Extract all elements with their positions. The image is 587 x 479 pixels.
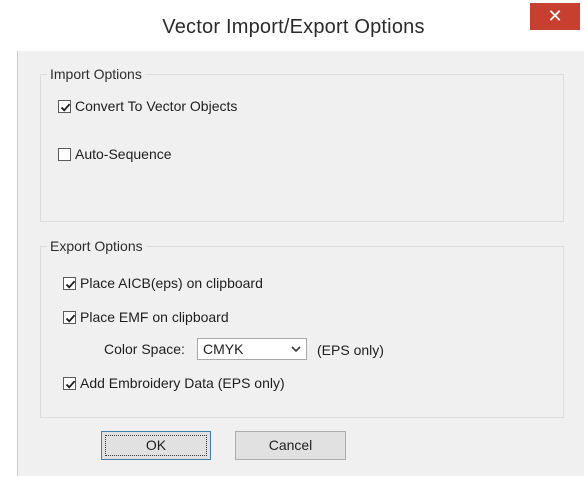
dialog-body: Import Options Convert To Vector Objects…	[17, 51, 584, 476]
place-emf-checkbox[interactable]	[63, 310, 76, 324]
place-aicb-checkbox[interactable]	[63, 276, 76, 290]
ok-button[interactable]: OK	[101, 431, 211, 460]
color-space-label: Color Space:	[104, 341, 185, 357]
import-options-legend: Import Options	[47, 66, 145, 82]
close-icon: ✕	[547, 6, 563, 26]
color-space-value: CMYK	[203, 341, 244, 357]
checkmark-icon	[65, 380, 76, 389]
place-emf-checkbox-row[interactable]: Place EMF on clipboard	[63, 309, 229, 325]
dialog-title: Vector Import/Export Options	[162, 16, 425, 38]
add-embroidery-label: Add Embroidery Data (EPS only)	[80, 375, 285, 391]
auto-sequence-checkbox[interactable]	[58, 147, 71, 161]
add-embroidery-checkbox-row[interactable]: Add Embroidery Data (EPS only)	[63, 375, 285, 391]
checkmark-icon	[60, 103, 71, 112]
convert-to-vector-checkbox-row[interactable]: Convert To Vector Objects	[58, 98, 237, 114]
checkmark-icon	[65, 314, 76, 323]
place-aicb-label: Place AICB(eps) on clipboard	[80, 275, 263, 291]
title-bar[interactable]: Vector Import/Export Options ✕	[0, 0, 587, 58]
color-space-note: (EPS only)	[317, 342, 384, 358]
export-options-legend: Export Options	[47, 238, 146, 254]
auto-sequence-checkbox-row[interactable]: Auto-Sequence	[58, 146, 172, 162]
auto-sequence-label: Auto-Sequence	[75, 146, 172, 162]
focus-indicator	[105, 435, 207, 456]
convert-to-vector-label: Convert To Vector Objects	[75, 98, 238, 114]
color-space-select[interactable]: CMYK	[197, 338, 307, 360]
cancel-button[interactable]: Cancel	[235, 431, 346, 460]
vector-import-export-dialog: Vector Import/Export Options ✕ Import Op…	[0, 0, 587, 479]
place-aicb-checkbox-row[interactable]: Place AICB(eps) on clipboard	[63, 275, 263, 291]
close-button[interactable]: ✕	[530, 3, 580, 30]
export-options-group: Export Options	[40, 238, 564, 418]
place-emf-label: Place EMF on clipboard	[80, 309, 229, 325]
add-embroidery-checkbox[interactable]	[63, 376, 76, 390]
checkmark-icon	[65, 280, 76, 289]
convert-to-vector-checkbox[interactable]	[58, 99, 71, 113]
chevron-down-icon	[291, 346, 301, 353]
cancel-button-label: Cancel	[268, 437, 313, 453]
